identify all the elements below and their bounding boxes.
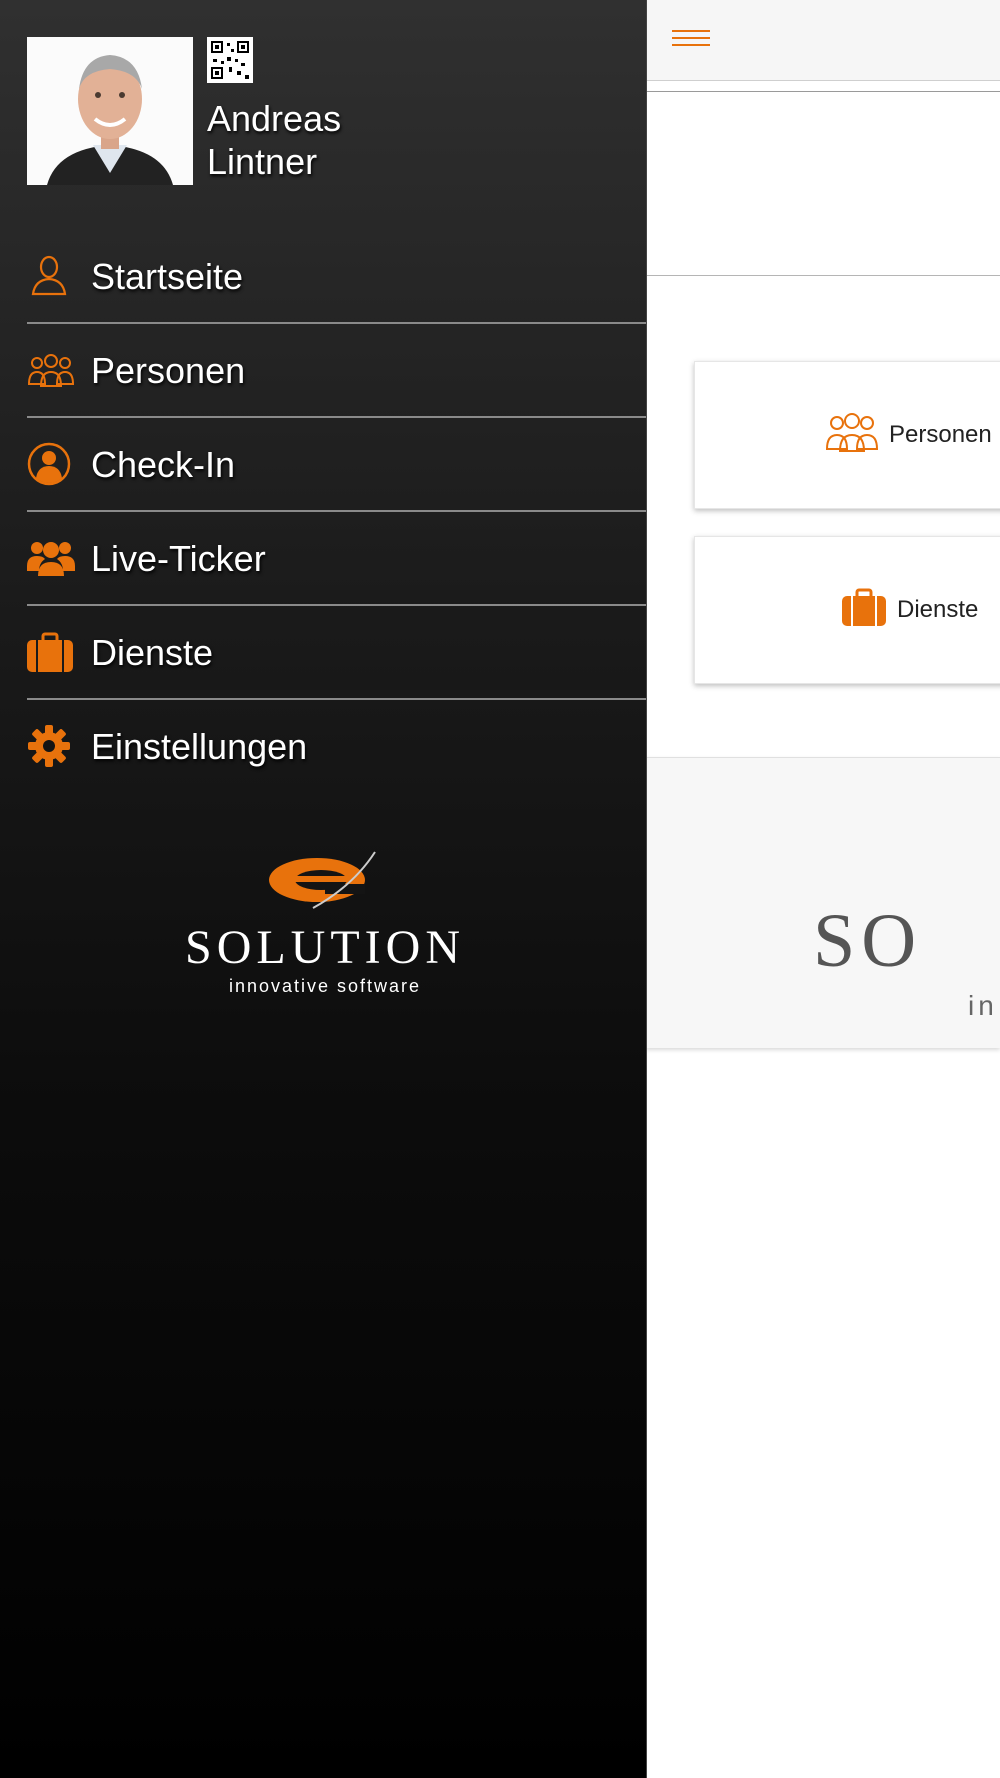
menu-item-label: Check-In [91,444,236,485]
person-outline-icon [27,254,75,298]
menu-item-dienste[interactable]: Dienste [27,606,646,700]
person-circle-icon [27,442,75,486]
footer-logo-text: SO [813,899,923,983]
brand-logo: SOLUTION innovative software [100,850,550,1000]
menu-item-label: Personen [91,350,246,391]
avatar[interactable] [27,37,193,185]
gear-icon [27,724,75,768]
top-bar [646,0,1000,81]
e-logo-icon [269,851,376,909]
people-outline-icon [825,412,879,458]
divider [646,91,1000,92]
menu-item-label: Einstellungen [91,726,308,767]
card-dienste[interactable]: Dienste [694,536,1000,684]
menu-item-live-ticker[interactable]: Live-Ticker [27,512,646,606]
card-personen[interactable]: Personen [694,361,1000,509]
menu-item-startseite[interactable]: Startseite [27,230,646,324]
people-outline-icon [27,348,75,392]
user-last-name: Lintner [207,141,318,182]
menu-item-personen[interactable]: Personen [27,324,646,418]
divider [646,275,1000,276]
menu-item-einstellungen[interactable]: Einstellungen [27,700,646,792]
navigation-drawer: Andreas Lintner Startseite Personen Chec… [0,0,647,1778]
user-first-name: Andreas [207,98,342,139]
main-content: Personen Dienste SO in [646,0,1000,1778]
briefcase-icon [27,630,75,674]
drawer-menu: Startseite Personen Check-In Live-Ticker… [27,230,646,792]
footer-logo-tagline: in [968,990,998,1021]
qr-code-icon[interactable] [207,37,253,83]
footer-panel: SO in [646,757,1000,1048]
hamburger-menu-icon[interactable] [672,24,710,52]
briefcase-icon [841,588,887,633]
card-label: Personen [889,421,992,448]
brand-tagline: innovative software [228,976,422,996]
group-filled-icon [27,536,75,580]
menu-item-label: Dienste [91,632,214,673]
menu-item-check-in[interactable]: Check-In [27,418,646,512]
menu-item-label: Live-Ticker [91,538,266,579]
brand-wordmark: SOLUTION [185,921,465,974]
menu-item-label: Startseite [91,256,244,297]
card-label: Dienste [897,596,979,623]
